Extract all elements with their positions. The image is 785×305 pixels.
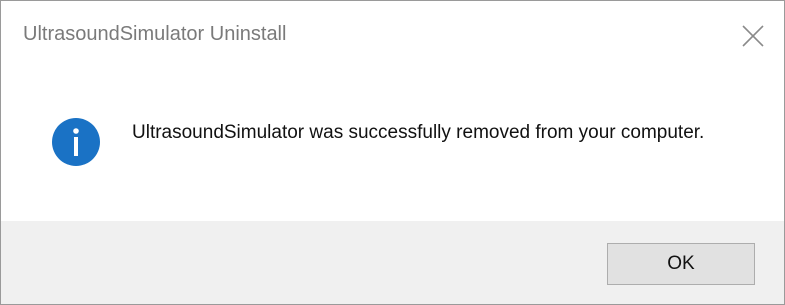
close-button[interactable] bbox=[724, 1, 784, 71]
info-icon bbox=[52, 118, 100, 166]
title-bar: UltrasoundSimulator Uninstall bbox=[1, 1, 784, 75]
window-title: UltrasoundSimulator Uninstall bbox=[23, 23, 287, 45]
button-bar: OK bbox=[1, 221, 784, 304]
ok-button[interactable]: OK bbox=[607, 243, 755, 285]
message-text: UltrasoundSimulator was successfully rem… bbox=[132, 122, 705, 143]
uninstall-dialog: UltrasoundSimulator Uninstall Ultrasound… bbox=[0, 0, 785, 305]
close-icon bbox=[742, 25, 764, 47]
dialog-content: UltrasoundSimulator was successfully rem… bbox=[1, 75, 784, 221]
